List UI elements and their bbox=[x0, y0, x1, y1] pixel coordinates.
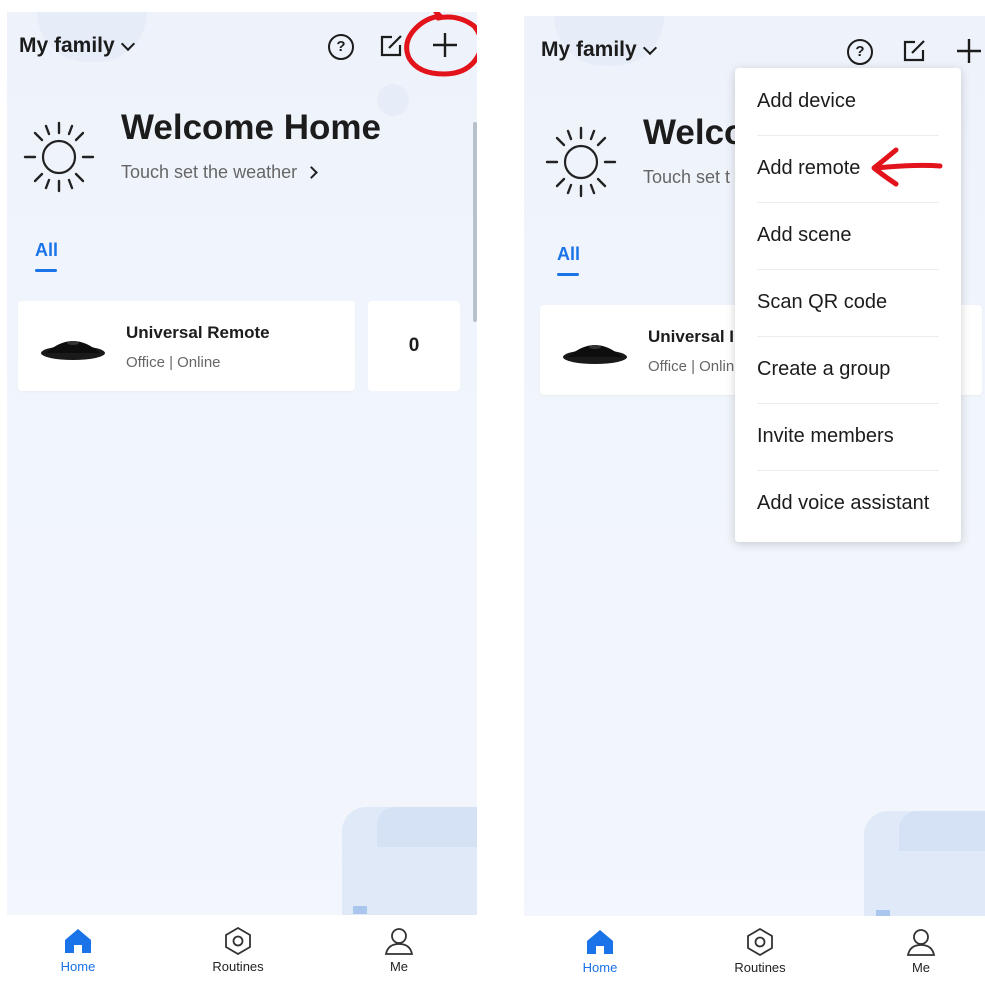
tab-routines-label: Routines bbox=[734, 960, 786, 975]
menu-item-invite-members[interactable]: Invite members bbox=[735, 403, 961, 470]
family-name: My family bbox=[541, 38, 637, 61]
bottom-tab-bar: Home Routines Me bbox=[7, 915, 477, 981]
chevron-down-icon bbox=[642, 40, 657, 55]
annotation-circle bbox=[404, 12, 477, 77]
weather-link[interactable]: Touch set t bbox=[643, 167, 730, 188]
hexagon-icon bbox=[225, 927, 251, 955]
device-name: Universal I bbox=[648, 327, 734, 346]
menu-item-add-voice-assistant[interactable]: Add voice assistant bbox=[735, 470, 961, 537]
bottom-tab-bar: Home Routines Me bbox=[524, 916, 985, 981]
tab-indicator bbox=[557, 273, 579, 276]
tab-all[interactable]: All bbox=[35, 240, 58, 261]
edit-icon[interactable] bbox=[902, 39, 926, 63]
annotation-arrow bbox=[871, 147, 943, 187]
background-sofa-cushion bbox=[377, 807, 477, 847]
device-status: Office | Onlin bbox=[648, 358, 735, 375]
background-sofa-cushion bbox=[899, 811, 985, 851]
chevron-down-icon bbox=[120, 36, 135, 51]
tab-home[interactable]: Home bbox=[18, 927, 138, 974]
menu-item-add-device[interactable]: Add device bbox=[735, 68, 961, 135]
home-screen-right: My family ? Welco Touch set t All Univer… bbox=[524, 16, 985, 981]
menu-item-add-scene[interactable]: Add scene bbox=[735, 202, 961, 269]
home-icon bbox=[587, 930, 613, 954]
person-icon bbox=[384, 928, 414, 955]
weather-link[interactable]: Touch set the weather bbox=[121, 162, 318, 183]
tab-home-label: Home bbox=[582, 960, 618, 975]
home-icon bbox=[65, 929, 91, 953]
welcome-title: Welco bbox=[643, 113, 746, 152]
tab-home[interactable]: Home bbox=[540, 928, 660, 975]
background-decoration bbox=[353, 906, 367, 914]
home-screen-left: My family ? Welcome Home Touch set the w… bbox=[7, 12, 477, 981]
tab-indicator bbox=[35, 269, 57, 272]
remote-device-icon bbox=[563, 345, 627, 364]
device-count-card[interactable]: 0 bbox=[368, 301, 460, 391]
family-selector[interactable]: My family bbox=[19, 34, 135, 58]
person-icon bbox=[906, 929, 936, 956]
device-status: Office | Online bbox=[126, 354, 221, 371]
tab-me[interactable]: Me bbox=[861, 928, 981, 975]
menu-item-scan-qr-code[interactable]: Scan QR code bbox=[735, 269, 961, 336]
device-card[interactable]: Universal Remote Office | Online bbox=[18, 301, 355, 391]
help-icon[interactable]: ? bbox=[847, 39, 873, 65]
device-name: Universal Remote bbox=[126, 323, 270, 342]
tab-me[interactable]: Me bbox=[339, 927, 459, 974]
scrollbar[interactable] bbox=[473, 122, 477, 322]
sun-icon[interactable] bbox=[541, 122, 621, 202]
tab-all[interactable]: All bbox=[557, 244, 580, 265]
tab-routines[interactable]: Routines bbox=[700, 928, 820, 975]
family-name: My family bbox=[19, 34, 115, 57]
tab-routines-label: Routines bbox=[212, 959, 264, 974]
tab-home-label: Home bbox=[60, 959, 96, 974]
add-menu: Add device Add remote Add scene Scan QR … bbox=[735, 68, 961, 542]
help-icon[interactable]: ? bbox=[328, 34, 354, 60]
family-selector[interactable]: My family bbox=[541, 38, 657, 62]
weather-link-label: Touch set t bbox=[643, 167, 731, 187]
sun-icon[interactable] bbox=[19, 117, 99, 197]
remote-device-icon bbox=[41, 341, 105, 360]
chevron-right-icon bbox=[305, 166, 318, 179]
tab-me-label: Me bbox=[911, 960, 931, 975]
add-icon[interactable] bbox=[954, 36, 984, 66]
welcome-title: Welcome Home bbox=[121, 108, 381, 147]
hexagon-icon bbox=[747, 928, 773, 956]
menu-item-create-group[interactable]: Create a group bbox=[735, 336, 961, 403]
weather-link-label: Touch set the weather bbox=[121, 162, 298, 182]
background-decoration bbox=[377, 84, 409, 116]
tab-routines[interactable]: Routines bbox=[178, 927, 298, 974]
tab-me-label: Me bbox=[389, 959, 409, 974]
